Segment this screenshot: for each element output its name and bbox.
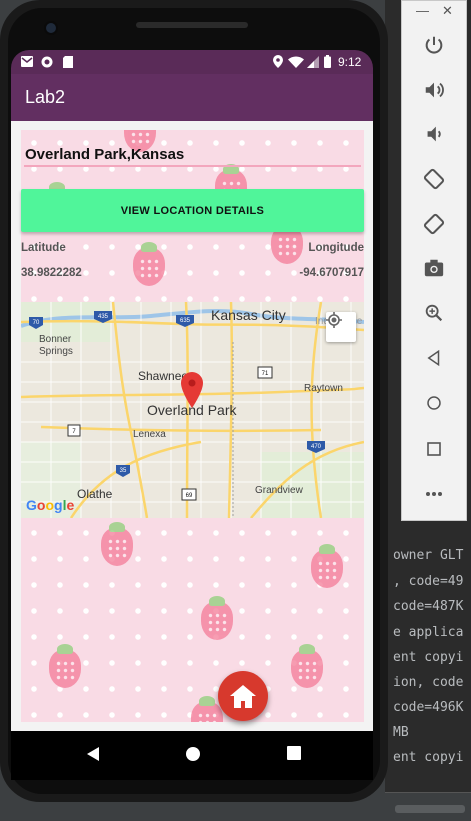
console-line: , code=49 — [393, 574, 464, 589]
console-line: MB — [393, 725, 409, 740]
strawberry-decoration — [201, 596, 233, 640]
volume-up-icon[interactable] — [418, 74, 450, 106]
highway-shield: 7 — [67, 424, 81, 437]
status-time: 9:12 — [338, 55, 362, 69]
shield-label: 635 — [180, 318, 191, 324]
back-icon[interactable] — [418, 342, 450, 374]
strawberry-decoration — [101, 522, 133, 566]
strawberry-decoration — [311, 544, 343, 588]
horizontal-scrollbar[interactable] — [385, 792, 471, 821]
close-icon[interactable]: ✕ — [442, 3, 453, 19]
nav-home-icon[interactable] — [185, 746, 201, 762]
app-title: Lab2 — [25, 87, 66, 107]
map-view[interactable]: Kansas City Independe Bonner Springs Sha… — [21, 302, 364, 518]
shield-label: 70 — [33, 320, 40, 326]
longitude-value: -94.6707917 — [299, 267, 364, 279]
console-line: code=487K — [393, 599, 464, 614]
longitude-label: Longitude — [308, 242, 364, 254]
map-label-raytown: Raytown — [304, 383, 343, 394]
wifi-icon — [288, 56, 304, 68]
home-icon[interactable] — [418, 387, 450, 419]
highway-shield: 69 — [181, 488, 197, 501]
latitude-value: 38.9822282 — [21, 267, 82, 279]
signal-icon — [307, 56, 319, 68]
highway-shield: 635 — [176, 315, 194, 327]
my-location-button[interactable] — [326, 312, 356, 342]
view-location-details-button[interactable]: VIEW LOCATION DETAILS — [21, 189, 364, 232]
map-label-kansas-city: Kansas City — [211, 307, 286, 323]
strawberry-decoration — [191, 696, 223, 722]
highway-shield: 470 — [307, 441, 325, 453]
strawberry-decoration — [133, 242, 165, 286]
location-input[interactable] — [24, 143, 361, 167]
phone-frame: 9:12 Lab2 VIEW LOCATION D — [0, 0, 388, 802]
sd-card-icon — [63, 56, 73, 68]
sync-notification-icon — [41, 56, 53, 68]
power-icon[interactable] — [418, 29, 450, 61]
minimize-icon[interactable]: — — [416, 3, 429, 18]
latitude-label: Latitude — [21, 242, 66, 254]
overview-icon[interactable] — [418, 433, 450, 465]
map-label-springs: Springs — [39, 346, 73, 357]
console-line: ion, code — [393, 675, 464, 690]
map-label-bonner: Bonner — [39, 334, 72, 345]
main-content: VIEW LOCATION DETAILS Latitude Longitude… — [11, 121, 373, 731]
map-label-olathe: Olathe — [77, 487, 113, 501]
shield-label: 470 — [311, 444, 322, 450]
nav-back-icon[interactable] — [86, 746, 100, 762]
phone-screen: 9:12 Lab2 VIEW LOCATION D — [11, 50, 373, 780]
my-location-icon — [326, 312, 342, 328]
shield-label: 435 — [98, 314, 109, 320]
home-fab-button[interactable] — [218, 671, 268, 721]
console-line: ent copyi — [393, 750, 464, 765]
map-label-lenexa: Lenexa — [133, 429, 166, 440]
shield-label: 71 — [262, 371, 269, 377]
emulator-toolbar: — ✕ — [401, 0, 467, 521]
location-status-icon — [273, 55, 283, 68]
highway-shield: 435 — [94, 311, 112, 323]
strawberry-decoration — [291, 644, 323, 688]
volume-down-icon[interactable] — [418, 118, 450, 150]
highway-shield: 70 — [29, 317, 43, 329]
console-line: owner GLT — [393, 548, 464, 563]
console-line: e applica — [393, 625, 464, 640]
status-bar: 9:12 — [11, 50, 373, 74]
map-pin-icon[interactable] — [180, 372, 204, 408]
shield-label: 69 — [186, 493, 193, 499]
nav-recents-icon[interactable] — [287, 746, 301, 760]
highway-shield: 71 — [257, 366, 273, 379]
app-bar: Lab2 — [11, 74, 373, 121]
console-line: code=496K — [393, 700, 464, 715]
console-line: ent copyi — [393, 650, 464, 665]
front-camera — [44, 21, 58, 35]
gmail-notification-icon — [21, 56, 33, 67]
zoom-icon[interactable] — [418, 297, 450, 329]
rotate-right-icon[interactable] — [418, 208, 450, 240]
earpiece-speaker — [136, 22, 248, 28]
more-icon[interactable] — [418, 478, 450, 510]
rotate-left-icon[interactable] — [418, 163, 450, 195]
google-logo: Google — [26, 497, 75, 513]
navigation-bar — [11, 731, 373, 780]
camera-icon[interactable] — [418, 252, 450, 284]
shield-label: 35 — [120, 468, 127, 474]
house-icon — [230, 685, 256, 708]
strawberry-decoration — [49, 644, 81, 688]
battery-icon — [324, 55, 331, 68]
highway-shield: 35 — [116, 465, 130, 477]
map-label-grandview: Grandview — [255, 485, 303, 496]
scrollbar-thumb[interactable] — [395, 805, 465, 813]
